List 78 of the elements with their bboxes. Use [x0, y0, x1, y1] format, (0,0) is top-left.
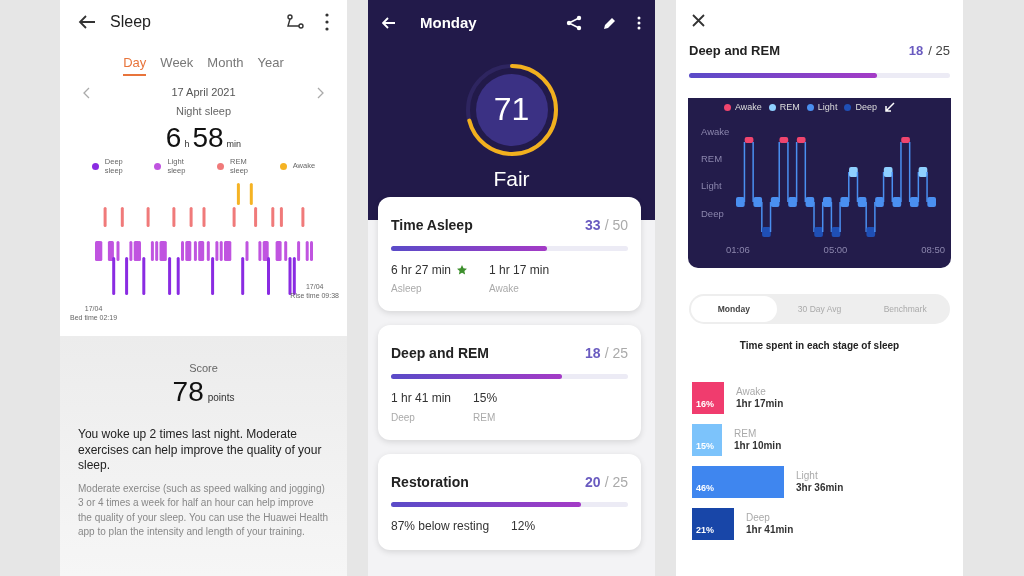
time-label: 01:06 [726, 243, 750, 255]
score-card[interactable]: Deep and REM 18 / 25 1 hr 41 min Deep 15% REM [378, 325, 641, 440]
advice-text: Moderate exercise (such as speed walking and jogging) 3 or 4 times a week for half an hour can help improve the quality of your sleep. You can use the Huawei Health app to plan the intensity and length of your training. [78, 481, 329, 540]
stage-percent: 15% [696, 440, 714, 452]
share-icon[interactable] [566, 15, 582, 31]
screen-title: Sleep [110, 12, 151, 32]
stage-duration: 1hr 17min [736, 397, 784, 410]
time-label: 05:00 [823, 243, 848, 255]
stat-label: Awake [489, 283, 520, 296]
minutes-unit: min [226, 138, 242, 150]
stage-percent: 46% [696, 482, 714, 494]
stat-value: 12% [511, 519, 536, 534]
card-title: Deep and REM [391, 345, 489, 363]
detail-title: Deep and REM [689, 43, 780, 59]
sleep-rating: Fair [493, 166, 530, 192]
detail-score: 18 [908, 43, 924, 59]
card-title: Restoration [391, 473, 469, 491]
detail-total: / 25 [928, 43, 950, 59]
period-tab[interactable]: Week [160, 55, 194, 77]
sleep-summary: You woke up 2 times last night. Moderate exercises can help improve the quality of your sleep. [78, 426, 323, 474]
period-tab[interactable]: Day [123, 55, 147, 77]
stage-label: Deep [746, 511, 771, 524]
legend-label: REM [779, 101, 800, 113]
breakdown-title: Time spent in each stage of sleep [739, 339, 900, 352]
axis-label: REM [701, 153, 724, 165]
stat-value: 87% below resting [391, 519, 490, 534]
date-label: 17 April 2021 [171, 86, 236, 100]
stat-value: 6 hr 27 min [391, 263, 452, 278]
screen-title: Monday [420, 14, 477, 32]
period-label: Night sleep [175, 105, 231, 119]
sleep-hours: 6 [165, 120, 182, 155]
back-arrow-icon[interactable] [78, 13, 96, 30]
axis-label: Light [701, 180, 723, 192]
card-score: 20 [585, 473, 601, 491]
stage-label: REM [734, 427, 758, 440]
card-total: / 50 [604, 217, 628, 234]
period-tab[interactable]: Month [207, 55, 244, 77]
stat-label: Deep [391, 411, 416, 424]
pencil-icon[interactable] [602, 15, 617, 31]
score-value: 78 [172, 375, 204, 409]
stage-duration: 1hr 41min [746, 523, 794, 536]
legend-label: Light [817, 101, 838, 113]
stage-percent: 21% [696, 524, 714, 536]
sleep-minutes: 58 [192, 120, 224, 155]
stat-label: Asleep [391, 283, 423, 296]
stage-duration: 3hr 36min [796, 481, 844, 494]
more-icon[interactable] [325, 12, 329, 31]
more-icon[interactable] [637, 16, 641, 30]
star-icon [457, 265, 468, 276]
score-unit: points [207, 392, 235, 405]
segment-tab[interactable]: Monday [691, 295, 777, 322]
score-card[interactable]: Restoration 20 / 25 87% below resting 12% [378, 453, 641, 550]
stat-label: REM [473, 411, 497, 424]
card-score: 18 [585, 345, 601, 363]
stat-value: 1 hr 17 min [489, 263, 550, 278]
card-total: / 25 [604, 345, 628, 363]
card-total: / 25 [604, 473, 628, 491]
axis-label: Deep [701, 207, 725, 220]
legend-label: Awake [735, 101, 762, 113]
legend-label: Deep [855, 101, 877, 113]
period-tab[interactable]: Year [257, 55, 284, 77]
route-icon[interactable] [285, 12, 305, 31]
close-icon[interactable] [692, 14, 705, 27]
time-label: 08:50 [921, 243, 945, 255]
stage-label: Awake [736, 385, 767, 398]
sleep-score: 71 [492, 90, 531, 129]
stage-percent: 16% [696, 398, 714, 410]
hours-unit: h [184, 138, 190, 150]
stage-label: Light [796, 469, 819, 482]
axis-label: Awake [701, 125, 730, 137]
stat-value: 1 hr 41 min [391, 391, 452, 406]
score-label: Score [189, 362, 218, 376]
card-title: Time Asleep [391, 217, 473, 234]
stat-value: 15% [473, 391, 498, 406]
card-score: 33 [585, 217, 601, 234]
collapse-icon[interactable] [883, 101, 895, 113]
stage-duration: 1hr 10min [734, 439, 782, 452]
score-card[interactable]: Time Asleep 33 / 50 6 hr 27 min Asleep 1 hr 17 min Awake [378, 197, 641, 312]
